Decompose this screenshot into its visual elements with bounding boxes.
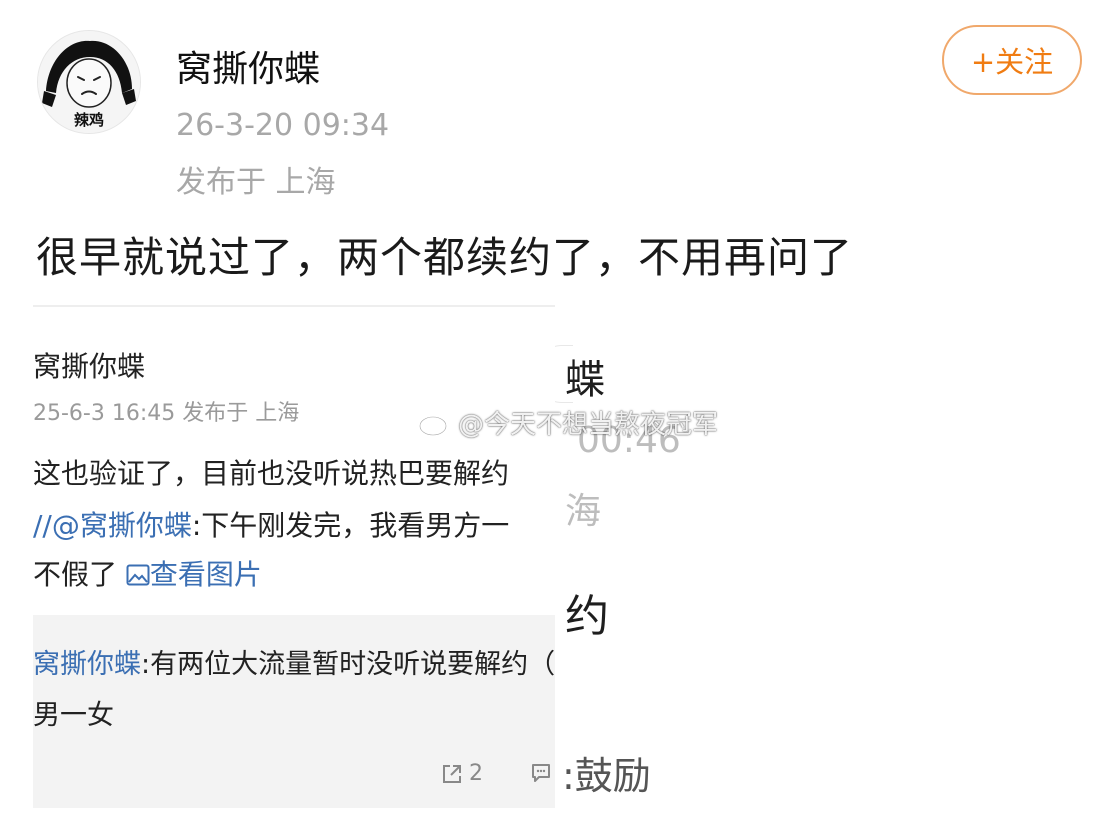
comment-icon xyxy=(532,764,550,782)
background-author-fragment: 蝶 xyxy=(565,357,605,403)
background-text-fragment: 约 xyxy=(565,591,609,642)
view-images-link: 查看图片 xyxy=(126,558,262,591)
image-icon xyxy=(126,564,150,586)
divider xyxy=(33,305,555,307)
quoted-text: :有两位大流量暂时没听说要解约（不 xyxy=(141,649,555,680)
follow-button[interactable]: +关注 xyxy=(942,25,1082,95)
repost-count: 2 xyxy=(469,761,483,786)
post-text: 很早就说过了，两个都续约了，不用再问了 xyxy=(36,233,854,282)
embedded-text: :下午刚发完，我看男方一 xyxy=(191,509,510,542)
embedded-text-line: 这也验证了，目前也没听说热巴要解约 xyxy=(33,457,510,490)
avatar[interactable]: 辣鸡 xyxy=(37,30,141,134)
watermark-text: @今天不想当熬夜冠军 xyxy=(458,410,719,440)
author-name[interactable]: 窝撕你蝶 xyxy=(176,40,320,92)
embedded-screenshot[interactable]: 窝撕你蝶 25-6-3 16:45 发布于 上海 这也验证了，目前也没听说热巴要… xyxy=(33,305,555,808)
quoted-post: 窝撕你蝶:有两位大流量暂时没听说要解约（不 男一女 2 xyxy=(33,615,555,808)
quoted-text-line: 男一女 xyxy=(33,700,114,731)
repost-icon xyxy=(443,764,461,783)
background-bottom-fragment: :鼓励 xyxy=(562,754,651,798)
embedded-author-name: 窝撕你蝶 xyxy=(33,350,146,383)
mention-link: //@窝撕你蝶 xyxy=(33,509,192,542)
post-location: 发布于 上海 xyxy=(176,165,336,200)
avatar-caption: 辣鸡 xyxy=(73,111,104,129)
view-images-label: 查看图片 xyxy=(149,558,262,591)
background-location-fragment: 海 xyxy=(565,491,602,532)
embedded-text-line: //@窝撕你蝶:下午刚发完，我看男方一 xyxy=(33,504,509,544)
embedded-text: 不假了 xyxy=(33,558,126,591)
repost-stat: 2 xyxy=(441,761,483,786)
watermark: @今天不想当熬夜冠军 xyxy=(418,404,718,441)
embedded-meta: 25-6-3 16:45 发布于 上海 xyxy=(33,401,300,426)
embedded-text-line: 不假了 查看图片 xyxy=(33,553,262,593)
quoted-text-line: 窝撕你蝶:有两位大流量暂时没听说要解约（不 xyxy=(33,642,555,681)
quoted-author: 窝撕你蝶 xyxy=(33,649,141,680)
weibo-logo-icon xyxy=(418,412,451,436)
post-timestamp: 26-3-20 09:34 xyxy=(176,108,390,143)
